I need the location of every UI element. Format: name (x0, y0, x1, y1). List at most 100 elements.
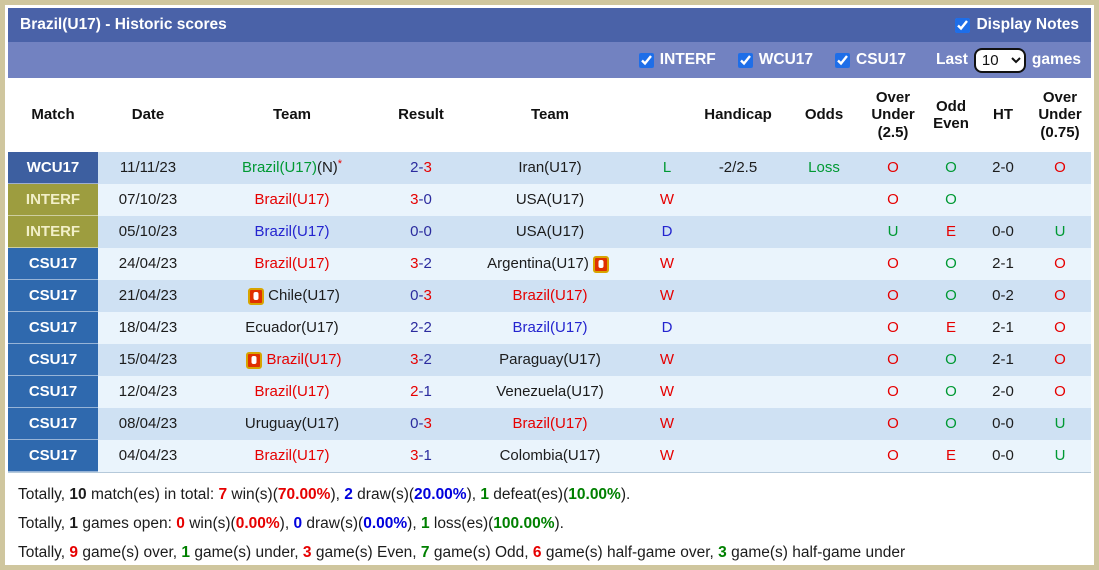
handicap-cell (690, 344, 786, 376)
wdl-cell: W (644, 376, 690, 408)
team-name[interactable]: Brazil(U17) (254, 447, 329, 464)
display-notes-toggle[interactable]: Display Notes (955, 16, 1079, 34)
team-name[interactable]: Brazil(U17) (512, 287, 587, 304)
team-name[interactable]: USA(U17) (516, 223, 584, 240)
summary-segment: 0.00% (235, 515, 280, 532)
over-under-075-cell: U (1028, 408, 1092, 440)
page: Brazil(U17) - Historic scores Display No… (0, 0, 1099, 570)
wdl-cell: W (644, 248, 690, 280)
wdl-cell-text: L (662, 159, 672, 177)
summary-segment: Totally, (18, 486, 70, 503)
summary-segment: 0 (293, 515, 303, 532)
red-card-icon (246, 351, 263, 369)
score-away: 0 (423, 223, 432, 241)
handicap-cell (690, 376, 786, 408)
score-home: 0 (410, 223, 419, 241)
team-name[interactable]: Brazil(U17) (242, 159, 317, 176)
score-home: 2 (410, 383, 419, 401)
wcu17-checkbox[interactable] (737, 52, 753, 68)
wdl-cell: W (644, 440, 690, 472)
summary-segment: 10 (69, 486, 87, 503)
team-cell: Paraguay(U17) (456, 344, 644, 376)
csu17-checkbox[interactable] (835, 52, 851, 68)
over-under-25-cell: O (862, 376, 924, 408)
team-name[interactable]: Brazil(U17) (512, 319, 587, 336)
wdl-cell: W (644, 280, 690, 312)
odds-cell: Loss (786, 152, 862, 184)
filter-wcu17[interactable]: WCU17 (737, 51, 813, 69)
team-name[interactable]: Iran(U17) (518, 159, 581, 176)
odd-even-cell-text: O (945, 383, 957, 401)
summary-segment: game(s) half-game under (726, 544, 906, 561)
team-name[interactable]: Brazil(U17) (254, 223, 329, 240)
match-badge: INTERF (8, 184, 98, 216)
team-name[interactable]: Colombia(U17) (500, 447, 601, 464)
team-cell: USA(U17) (456, 184, 644, 216)
over-under-075-cell: O (1028, 152, 1092, 184)
interf-checkbox[interactable] (638, 52, 654, 68)
score-home: 2 (410, 159, 419, 177)
display-notes-checkbox[interactable] (955, 17, 971, 33)
summary-line: Totally, 9 game(s) over, 1 game(s) under… (18, 538, 1091, 565)
summary-segment: 7 (420, 544, 430, 561)
match-badge: CSU17 (8, 312, 98, 344)
team-name[interactable]: USA(U17) (516, 191, 584, 208)
team-name[interactable]: Brazil(U17) (512, 415, 587, 432)
summary-segment: 1 (69, 515, 79, 532)
team-name[interactable]: Ecuador(U17) (245, 319, 338, 336)
col-ht: HT (993, 106, 1013, 124)
over-under-25-cell: O (862, 440, 924, 472)
team-cell: Brazil(U17) (198, 248, 386, 280)
over-under-25-cell: U (862, 216, 924, 248)
summary-segment: game(s) over, (78, 544, 182, 561)
date-cell: 24/04/23 (98, 248, 198, 280)
col-team2: Team (530, 106, 570, 124)
last-games-select[interactable]: 10 (973, 47, 1026, 73)
team-name[interactable]: Uruguay(U17) (245, 415, 339, 432)
table-row: CSU17 12/04/23 Brazil(U17) 2-1 Venezuela(U17… (8, 376, 1091, 408)
score-home: 3 (410, 191, 419, 209)
team-name[interactable]: Brazil(U17) (254, 255, 329, 272)
team-name[interactable]: Venezuela(U17) (496, 383, 604, 400)
team-name[interactable]: Brazil(U17) (266, 351, 341, 368)
team-cell: Brazil(U17) (198, 184, 386, 216)
team-cell: Brazil(U17) (198, 376, 386, 408)
filter-csu17[interactable]: CSU17 (835, 51, 906, 69)
team-name[interactable]: Chile(U17) (268, 287, 340, 304)
games-label: games (1031, 51, 1081, 68)
match-badge: INTERF (8, 216, 98, 248)
odd-even-cell-text: O (945, 415, 957, 433)
col-odds: Odds (804, 106, 844, 124)
team-cell: Chile(U17) (198, 280, 386, 312)
team-name[interactable]: Paraguay(U17) (499, 351, 601, 368)
team-name[interactable]: Argentina(U17) (487, 255, 589, 272)
summary-line: Totally, 10 match(es) in total: 7 win(s)… (18, 480, 1091, 509)
team-name[interactable]: Brazil(U17) (254, 191, 329, 208)
odds-cell (786, 280, 862, 312)
odd-even-cell: O (924, 344, 978, 376)
odds-cell (786, 184, 862, 216)
match-badge: CSU17 (8, 280, 98, 312)
over-under-25-cell: O (862, 408, 924, 440)
result-cell: 0-3 (386, 408, 456, 440)
handicap-cell (690, 440, 786, 472)
team-cell: Brazil(U17) (N) * (241, 158, 343, 177)
score-home: 0 (410, 287, 419, 305)
over-under-075-cell: U (1028, 440, 1092, 472)
team-cell: Argentina(U17) (456, 248, 644, 280)
date-cell: 18/04/23 (98, 312, 198, 344)
handicap-cell: -2/2.5 (690, 152, 786, 184)
summary-segment: 9 (69, 544, 79, 561)
ht-cell: 0-0 (978, 408, 1028, 440)
summary-segment: 6 (532, 544, 542, 561)
odd-even-cell: E (924, 440, 978, 472)
score-away: 2 (423, 351, 432, 369)
odd-even-cell: O (924, 152, 978, 184)
team-name[interactable]: Brazil(U17) (254, 383, 329, 400)
summary-segment: 3 (302, 544, 312, 561)
odds-cell (786, 344, 862, 376)
filter-interf[interactable]: INTERF (638, 51, 716, 69)
over-under-25-cell: O (862, 280, 924, 312)
summary-segment: 0.00% (363, 515, 408, 532)
wdl-cell-text: W (659, 383, 675, 401)
